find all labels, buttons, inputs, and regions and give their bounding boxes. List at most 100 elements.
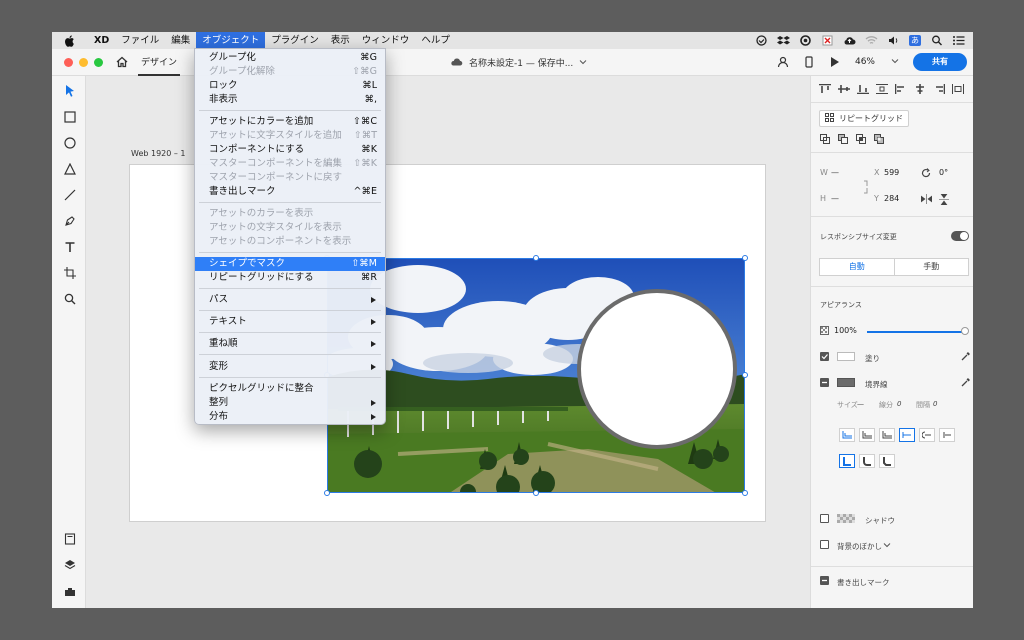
align-middle-icon[interactable]	[838, 84, 850, 94]
menu-file[interactable]: ファイル	[115, 32, 165, 49]
tab-design[interactable]: デザイン	[138, 55, 181, 76]
home-icon[interactable]	[116, 56, 128, 68]
menu-item-ungroup[interactable]: グループ化解除 ⇧⌘G	[195, 65, 385, 79]
creative-cloud-icon[interactable]	[799, 35, 812, 46]
menu-item-add-color-to-assets[interactable]: アセットにカラーを追加 ⇧⌘C	[195, 115, 385, 129]
line-tool-icon[interactable]	[63, 188, 76, 201]
menu-item-group[interactable]: グループ化 ⌘G	[195, 51, 385, 65]
rotation-field[interactable]: 0°	[939, 168, 948, 177]
invite-user-icon[interactable]	[777, 56, 789, 68]
artboard-tool-icon[interactable]	[63, 266, 76, 279]
menu-item-lock[interactable]: ロック ⌘L	[195, 79, 385, 93]
menu-app-xd[interactable]: XD	[88, 32, 115, 49]
menu-item-mask-with-shape[interactable]: シェイプでマスク ⇧⌘M	[195, 257, 385, 271]
opacity-slider[interactable]	[867, 331, 965, 333]
menu-item-pixel-grid-align[interactable]: ピクセルグリッドに整合	[195, 382, 385, 396]
eyedropper-icon[interactable]	[961, 377, 971, 389]
plugins-icon[interactable]	[63, 584, 76, 597]
menu-item-text[interactable]: テキスト	[195, 315, 385, 329]
cap-butt-icon[interactable]	[899, 428, 915, 442]
stroke-center-icon[interactable]	[859, 428, 875, 442]
creative-cloud-sync-icon[interactable]	[755, 35, 768, 46]
layers-icon[interactable]	[63, 558, 76, 571]
shadow-swatch-icon[interactable]	[837, 514, 855, 525]
align-left-icon[interactable]	[895, 84, 907, 94]
menu-item-show-asset-char-styles[interactable]: アセットの文字スタイルを表示	[195, 221, 385, 235]
menu-item-reset-to-master[interactable]: マスターコンポーネントに戻す	[195, 171, 385, 185]
zoom-window-button[interactable]	[94, 58, 103, 67]
opacity-slider-knob[interactable]	[961, 327, 969, 335]
menu-item-align[interactable]: 整列	[195, 396, 385, 410]
select-tool-icon[interactable]	[63, 84, 76, 97]
app-status-icon[interactable]	[821, 35, 834, 46]
cloud-upload-icon[interactable]	[843, 35, 856, 46]
selection-handle[interactable]	[742, 255, 748, 261]
lock-aspect-icon[interactable]	[862, 180, 870, 194]
responsive-resize-toggle[interactable]	[951, 231, 969, 241]
boolean-intersect-icon[interactable]	[856, 134, 866, 146]
width-field[interactable]: —	[831, 168, 839, 177]
y-field[interactable]: 284	[884, 194, 899, 203]
ellipse-tool-icon[interactable]	[63, 136, 76, 149]
boolean-add-icon[interactable]	[820, 134, 830, 146]
fill-checkbox[interactable]	[820, 352, 829, 361]
zoom-control[interactable]: 46%	[855, 57, 899, 67]
menu-item-make-repeat-grid[interactable]: リピートグリッドにする ⌘R	[195, 271, 385, 285]
cap-square-icon[interactable]	[939, 428, 955, 442]
opacity-field[interactable]: 100%	[834, 326, 857, 335]
menu-item-transform[interactable]: 変形	[195, 360, 385, 374]
wifi-icon[interactable]	[865, 35, 878, 46]
border-checkbox[interactable]	[820, 378, 829, 387]
stroke-size-field[interactable]: —	[857, 400, 864, 408]
repeat-grid-button[interactable]: リピートグリッド	[819, 110, 909, 127]
dash-field[interactable]: 0	[897, 400, 901, 408]
stroke-inner-icon[interactable]	[839, 428, 855, 442]
menu-plugins[interactable]: プラグイン	[265, 32, 325, 49]
join-miter-icon[interactable]	[839, 454, 855, 468]
selection-handle[interactable]	[742, 490, 748, 496]
mask-circle-shape[interactable]	[577, 289, 737, 449]
selection-handle[interactable]	[324, 490, 330, 496]
minimize-window-button[interactable]	[79, 58, 88, 67]
menu-item-path[interactable]: パス	[195, 293, 385, 307]
height-field[interactable]: —	[831, 194, 839, 203]
menu-item-arrange[interactable]: 重ね順	[195, 337, 385, 351]
menu-object[interactable]: オブジェクト	[196, 32, 266, 49]
volume-icon[interactable]	[887, 35, 900, 46]
chevron-down-icon[interactable]	[883, 541, 891, 550]
flip-horizontal-icon[interactable]	[920, 194, 933, 206]
join-round-icon[interactable]	[859, 454, 875, 468]
distribute-vertical-icon[interactable]	[876, 84, 888, 94]
shadow-checkbox[interactable]	[820, 514, 829, 523]
align-center-icon[interactable]	[914, 84, 926, 94]
stroke-outer-icon[interactable]	[879, 428, 895, 442]
dropbox-icon[interactable]	[777, 35, 790, 46]
pen-tool-icon[interactable]	[63, 214, 76, 227]
notification-center-icon[interactable]	[952, 35, 965, 46]
eyedropper-icon[interactable]	[961, 351, 971, 363]
menu-item-edit-master-component[interactable]: マスターコンポーネントを編集 ⇧⌘K	[195, 157, 385, 171]
flip-vertical-icon[interactable]	[939, 193, 949, 207]
selection-handle[interactable]	[533, 490, 539, 496]
device-preview-icon[interactable]	[803, 56, 815, 68]
background-blur-checkbox[interactable]	[820, 540, 829, 549]
fill-color-swatch[interactable]	[837, 352, 855, 361]
boolean-subtract-icon[interactable]	[838, 134, 848, 146]
border-color-swatch[interactable]	[837, 378, 855, 387]
selection-handle[interactable]	[533, 255, 539, 261]
distribute-horizontal-icon[interactable]	[952, 84, 964, 94]
menu-window[interactable]: ウィンドウ	[356, 32, 416, 49]
menu-item-hide[interactable]: 非表示 ⌘,	[195, 93, 385, 107]
menu-item-show-asset-components[interactable]: アセットのコンポーネントを表示	[195, 235, 385, 249]
apple-icon[interactable]	[64, 34, 76, 47]
text-tool-icon[interactable]	[63, 240, 76, 253]
align-right-icon[interactable]	[933, 84, 945, 94]
rectangle-tool-icon[interactable]	[63, 110, 76, 123]
align-top-icon[interactable]	[819, 84, 831, 94]
document-title[interactable]: 名称未設定-1 — 保存中...	[450, 56, 587, 69]
share-button[interactable]: 共有	[913, 53, 967, 71]
export-mark-checkbox[interactable]	[820, 576, 829, 585]
input-method-icon[interactable]: あ	[909, 35, 921, 46]
selection-handle[interactable]	[742, 372, 748, 378]
rotate-icon[interactable]	[921, 168, 931, 180]
